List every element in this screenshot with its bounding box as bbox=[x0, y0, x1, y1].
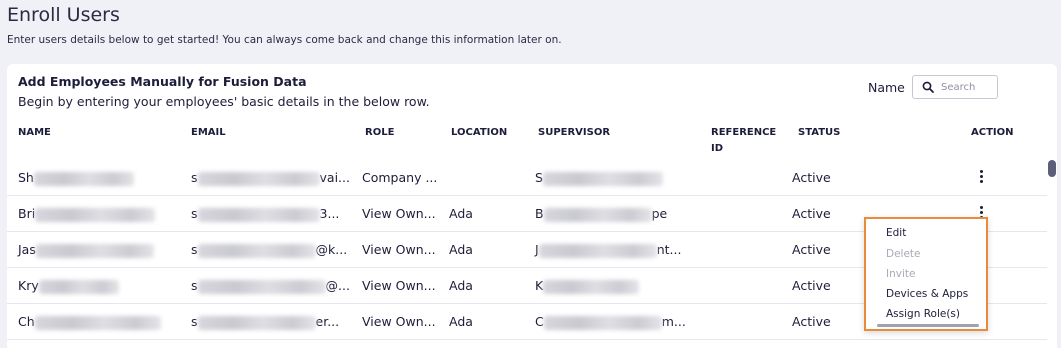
column-header-location: LOCATION bbox=[451, 127, 508, 138]
supervisor-suffix: m... bbox=[661, 314, 686, 329]
supervisor-prefix: B bbox=[535, 206, 544, 221]
cell-name: Kry bbox=[18, 278, 119, 294]
search-icon bbox=[922, 81, 934, 93]
cell-status: Active bbox=[792, 278, 831, 293]
search-input[interactable] bbox=[941, 79, 995, 95]
column-header-email: EMAIL bbox=[191, 127, 226, 138]
cell-email: s @k... bbox=[191, 242, 347, 258]
cell-supervisor: Bpe bbox=[535, 206, 667, 222]
cell-location: Ada bbox=[449, 242, 473, 257]
name-text: Jas bbox=[18, 242, 36, 257]
column-header-reference-line1: REFERENCE bbox=[711, 127, 777, 138]
menu-item-invite: Invite bbox=[886, 268, 916, 280]
cell-location: Ada bbox=[449, 206, 473, 221]
email-prefix: s bbox=[191, 206, 198, 221]
email-suffix: @... bbox=[325, 278, 350, 293]
cell-role: View Own... bbox=[362, 206, 436, 221]
email-prefix: s bbox=[191, 170, 198, 185]
search-label: Name bbox=[868, 80, 905, 95]
card-title: Add Employees Manually for Fusion Data bbox=[18, 74, 307, 89]
cell-email: s 3... bbox=[191, 206, 339, 222]
column-header-action: ACTION bbox=[971, 127, 1014, 138]
email-prefix: s bbox=[191, 278, 198, 293]
column-header-role: ROLE bbox=[365, 127, 395, 138]
column-header-reference-id: REFERENCE ID bbox=[711, 125, 776, 157]
supervisor-prefix: C bbox=[535, 314, 544, 329]
name-text: Ch bbox=[18, 314, 35, 329]
cell-status: Active bbox=[792, 314, 831, 329]
name-text: Kry bbox=[18, 278, 39, 293]
cell-role: Company ... bbox=[362, 170, 438, 185]
cell-status: Active bbox=[792, 206, 831, 221]
cell-role: View Own... bbox=[362, 242, 436, 257]
cell-role: View Own... bbox=[362, 278, 436, 293]
cell-name: Jas bbox=[18, 242, 154, 258]
redacted-text bbox=[543, 279, 640, 294]
cell-status: Active bbox=[792, 242, 831, 257]
email-suffix: er... bbox=[315, 314, 340, 329]
cell-email: s er... bbox=[191, 314, 339, 330]
cell-name: Sh bbox=[18, 170, 134, 186]
more-actions-icon[interactable] bbox=[975, 169, 987, 185]
supervisor-prefix: S bbox=[535, 170, 543, 185]
cell-name: Ch bbox=[18, 314, 161, 330]
cell-supervisor: Jnt... bbox=[535, 242, 681, 258]
menu-item-delete: Delete bbox=[886, 248, 921, 260]
cell-location: Ada bbox=[449, 278, 473, 293]
cell-supervisor: K bbox=[535, 278, 640, 294]
name-text: Sh bbox=[18, 170, 34, 185]
search-box[interactable] bbox=[912, 75, 998, 99]
cell-name: Bri bbox=[18, 206, 156, 222]
action-menu: Edit Delete Invite Devices & Apps Assign… bbox=[864, 217, 988, 331]
name-text: Bri bbox=[18, 206, 36, 221]
supervisor-suffix: pe bbox=[651, 206, 668, 221]
redacted-text bbox=[542, 171, 663, 186]
column-header-status: STATUS bbox=[798, 127, 841, 138]
email-prefix: s bbox=[191, 314, 198, 329]
redacted-text bbox=[197, 207, 320, 222]
redacted-text bbox=[197, 315, 316, 330]
redacted-text bbox=[538, 243, 657, 258]
card-subtitle: Begin by entering your employees' basic … bbox=[18, 94, 430, 109]
vertical-scrollbar[interactable] bbox=[1048, 160, 1056, 177]
page-subtitle: Enter users details below to get started… bbox=[7, 34, 562, 46]
supervisor-prefix: K bbox=[535, 278, 544, 293]
table-row[interactable]: Sh s vai... Company ... S Active bbox=[7, 160, 1047, 196]
cell-email: s @... bbox=[191, 278, 350, 294]
supervisor-suffix: nt... bbox=[656, 242, 682, 257]
cell-location: Ada bbox=[449, 314, 473, 329]
email-suffix: @k... bbox=[315, 242, 348, 257]
email-suffix: vai... bbox=[319, 170, 350, 185]
cell-email: s vai... bbox=[191, 170, 350, 186]
redacted-text bbox=[197, 243, 316, 258]
redacted-text bbox=[34, 315, 161, 330]
redacted-text bbox=[38, 279, 119, 294]
redacted-text bbox=[35, 207, 156, 222]
column-header-name: NAME bbox=[18, 127, 51, 138]
redacted-text bbox=[197, 171, 320, 186]
menu-item-edit[interactable]: Edit bbox=[886, 227, 906, 239]
menu-item-devices-apps[interactable]: Devices & Apps bbox=[886, 288, 968, 300]
redacted-text bbox=[543, 315, 662, 330]
column-header-reference-line2: ID bbox=[711, 143, 724, 154]
redacted-text bbox=[33, 171, 134, 186]
menu-item-assign-roles[interactable]: Assign Role(s) bbox=[886, 308, 960, 320]
redacted-text bbox=[543, 207, 652, 222]
menu-scrollbar[interactable] bbox=[877, 324, 979, 327]
redacted-text bbox=[197, 279, 326, 294]
cell-supervisor: Cm... bbox=[535, 314, 686, 330]
cell-role: View Own... bbox=[362, 314, 436, 329]
page-title: Enroll Users bbox=[7, 4, 120, 26]
email-suffix: 3... bbox=[319, 206, 340, 221]
redacted-text bbox=[35, 243, 154, 258]
cell-supervisor: S bbox=[535, 170, 663, 186]
email-prefix: s bbox=[191, 242, 198, 257]
column-header-supervisor: SUPERVISOR bbox=[538, 127, 611, 138]
cell-status: Active bbox=[792, 170, 831, 185]
